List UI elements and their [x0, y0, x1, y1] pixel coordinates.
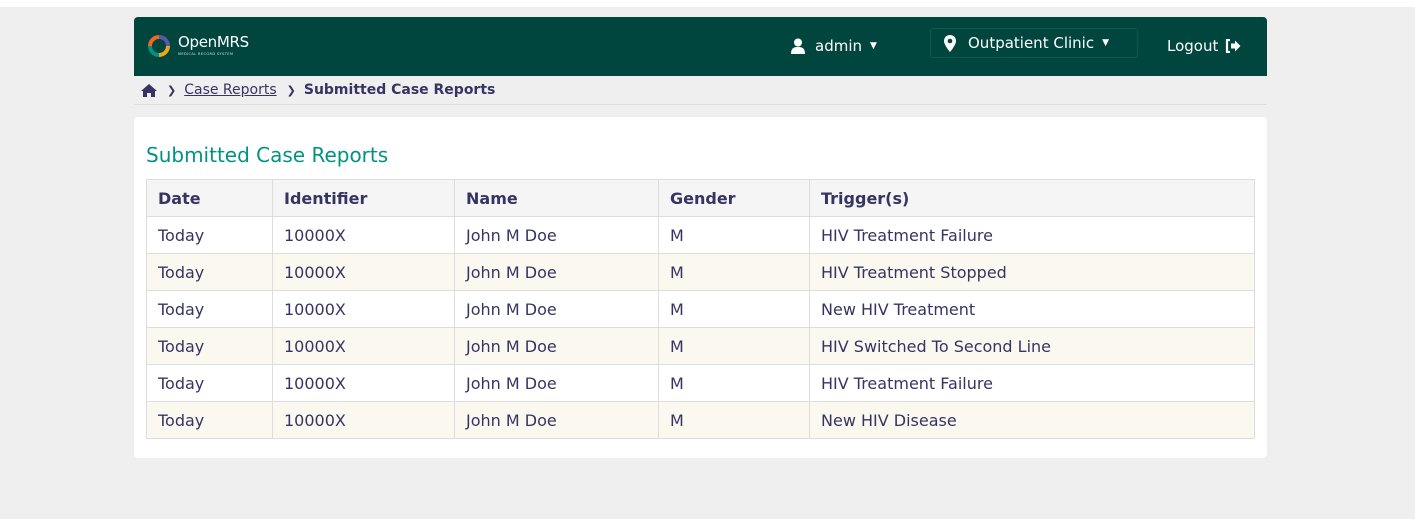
cell-name: John M Doe [454, 364, 659, 402]
breadcrumb-current: Submitted Case Reports [303, 82, 496, 98]
cell-date: Today [146, 253, 273, 291]
logout-label: Logout [1167, 37, 1219, 55]
breadcrumb-link-case-reports[interactable]: Case Reports [184, 82, 276, 98]
cell-triggers: HIV Treatment Failure [809, 216, 1255, 254]
cell-date: Today [146, 216, 273, 254]
user-name: admin [815, 37, 862, 55]
top-strip [0, 0, 1415, 7]
cell-identifier: 10000X [272, 327, 455, 365]
logout-link[interactable]: Logout [1167, 35, 1241, 57]
cell-triggers: HIV Switched To Second Line [809, 327, 1255, 365]
cell-gender: M [658, 216, 810, 254]
user-menu[interactable]: admin ▼ [791, 35, 877, 57]
cell-identifier: 10000X [272, 216, 455, 254]
table-row[interactable]: Today 10000X John M Doe M HIV Treatment … [146, 253, 1255, 291]
app-header: OpenMRS MEDICAL RECORD SYSTEM admin ▼ Ou… [134, 17, 1267, 76]
cell-date: Today [146, 327, 273, 365]
chevron-down-icon: ▼ [1102, 38, 1109, 48]
cell-identifier: 10000X [272, 253, 455, 291]
table-row[interactable]: Today 10000X John M Doe M HIV Treatment … [146, 364, 1255, 402]
home-icon[interactable] [141, 83, 157, 97]
breadcrumb: ❯ Case Reports ❯ Submitted Case Reports [134, 76, 1267, 105]
table-row[interactable]: Today 10000X John M Doe M New HIV Diseas… [146, 401, 1255, 439]
cell-identifier: 10000X [272, 364, 455, 402]
cell-triggers: New HIV Disease [809, 401, 1255, 439]
cell-gender: M [658, 253, 810, 291]
openmrs-logo-icon [148, 35, 170, 57]
table-header-row: Date Identifier Name Gender Trigger(s) [146, 179, 1255, 217]
logo-name: OpenMRS [178, 33, 249, 51]
cell-triggers: New HIV Treatment [809, 290, 1255, 328]
cell-identifier: 10000X [272, 290, 455, 328]
case-reports-table: Date Identifier Name Gender Trigger(s) T… [146, 179, 1255, 439]
column-header-gender[interactable]: Gender [658, 179, 810, 217]
content-panel: Submitted Case Reports Date Identifier N… [134, 117, 1267, 458]
cell-name: John M Doe [454, 216, 659, 254]
column-header-identifier[interactable]: Identifier [272, 179, 455, 217]
chevron-right-icon: ❯ [167, 83, 177, 97]
table-row[interactable]: Today 10000X John M Doe M HIV Switched T… [146, 327, 1255, 365]
openmrs-logo[interactable]: OpenMRS MEDICAL RECORD SYSTEM [148, 31, 249, 61]
chevron-right-icon: ❯ [286, 83, 296, 97]
cell-date: Today [146, 364, 273, 402]
cell-date: Today [146, 401, 273, 439]
logo-subtitle: MEDICAL RECORD SYSTEM [178, 52, 234, 56]
cell-date: Today [146, 290, 273, 328]
table-row[interactable]: Today 10000X John M Doe M New HIV Treatm… [146, 290, 1255, 328]
cell-gender: M [658, 364, 810, 402]
cell-gender: M [658, 290, 810, 328]
cell-identifier: 10000X [272, 401, 455, 439]
location-selector[interactable]: Outpatient Clinic ▼ [930, 28, 1138, 58]
cell-name: John M Doe [454, 290, 659, 328]
cell-name: John M Doe [454, 253, 659, 291]
map-marker-icon [944, 34, 956, 52]
column-header-name[interactable]: Name [454, 179, 659, 217]
chevron-down-icon: ▼ [870, 41, 877, 51]
location-name: Outpatient Clinic [968, 34, 1095, 52]
cell-triggers: HIV Treatment Stopped [809, 253, 1255, 291]
cell-name: John M Doe [454, 401, 659, 439]
column-header-date[interactable]: Date [146, 179, 273, 217]
sign-out-icon [1226, 39, 1241, 53]
page-title: Submitted Case Reports [146, 143, 389, 167]
table-row[interactable]: Today 10000X John M Doe M HIV Treatment … [146, 216, 1255, 254]
page-container: OpenMRS MEDICAL RECORD SYSTEM admin ▼ Ou… [134, 17, 1267, 458]
cell-triggers: HIV Treatment Failure [809, 364, 1255, 402]
cell-name: John M Doe [454, 327, 659, 365]
cell-gender: M [658, 401, 810, 439]
cell-gender: M [658, 327, 810, 365]
user-icon [791, 38, 805, 54]
column-header-triggers[interactable]: Trigger(s) [809, 179, 1255, 217]
